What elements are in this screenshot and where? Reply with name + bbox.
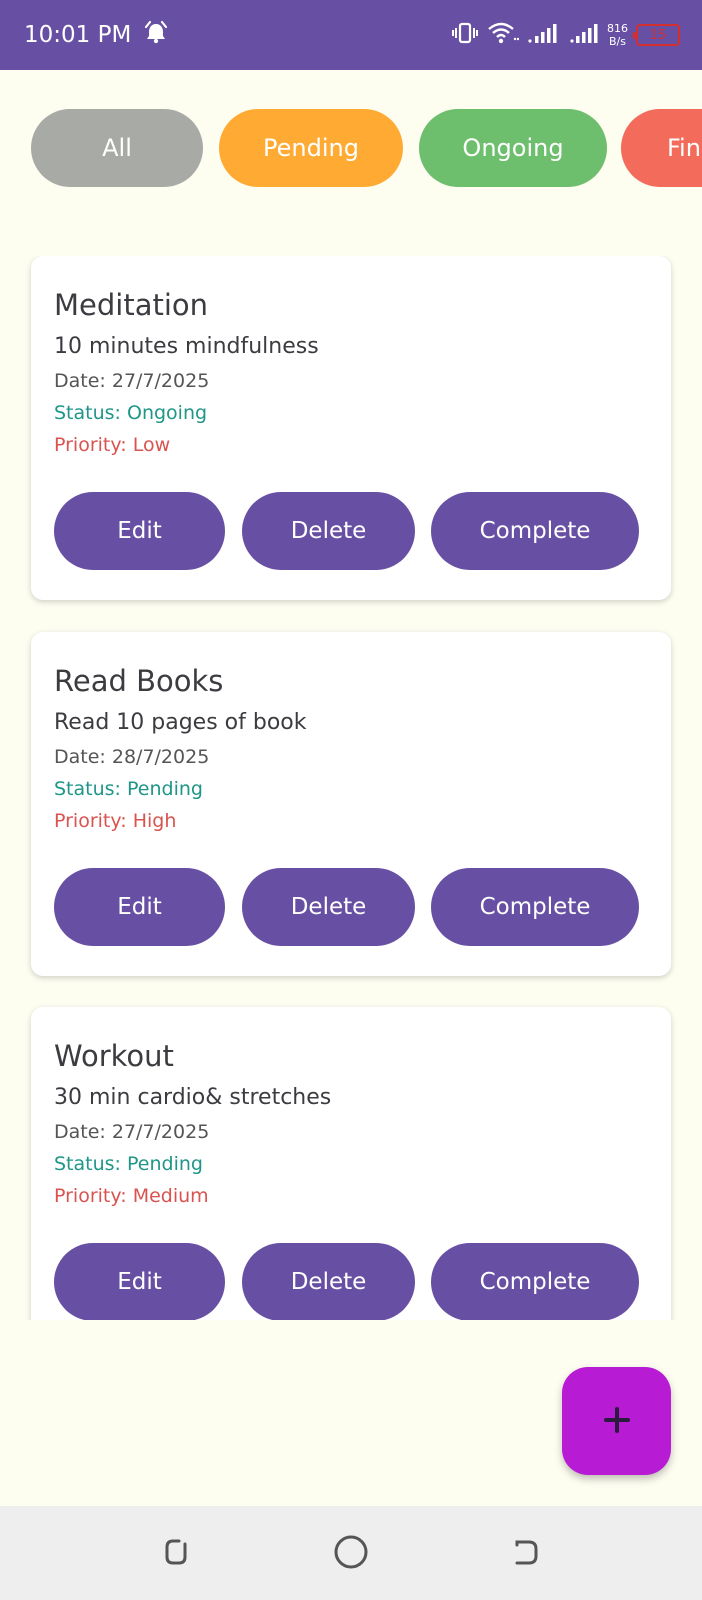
status-value: Pending <box>127 778 203 800</box>
edit-button[interactable]: Edit <box>54 1243 225 1320</box>
priority-label: Priority: <box>54 434 133 456</box>
delete-button[interactable]: Delete <box>242 492 415 570</box>
task-card: Read Books Read 10 pages of book Date: 2… <box>31 632 671 976</box>
task-card: Workout 30 min cardio& stretches Date: 2… <box>31 1007 671 1320</box>
task-date: Date: 28/7/2025 <box>54 746 209 768</box>
task-card: Meditation 10 minutes mindfulness Date: … <box>31 256 671 600</box>
task-status: Status: Pending <box>54 1153 203 1175</box>
delete-button[interactable]: Delete <box>242 1243 415 1320</box>
complete-button[interactable]: Complete <box>431 868 639 946</box>
clock: 10:01 PM <box>24 22 132 48</box>
edit-button[interactable]: Edit <box>54 492 225 570</box>
delete-button[interactable]: Delete <box>242 868 415 946</box>
priority-label: Priority: <box>54 1185 133 1207</box>
status-label: Status: <box>54 402 127 424</box>
task-priority: Priority: Low <box>54 434 170 456</box>
network-speed: 816 B/s <box>607 22 628 48</box>
task-title: Meditation <box>54 288 209 322</box>
date-label: Date: <box>54 746 112 768</box>
status-value: Pending <box>127 1153 203 1175</box>
back-button[interactable] <box>506 1534 546 1574</box>
complete-button[interactable]: Complete <box>431 1243 639 1320</box>
filter-row: All Pending Ongoing Fin <box>31 109 702 187</box>
task-description: 10 minutes mindfulness <box>54 334 319 359</box>
recents-button[interactable] <box>156 1534 196 1574</box>
priority-value: Medium <box>132 1185 209 1207</box>
task-list[interactable]: Meditation 10 minutes mindfulness Date: … <box>0 256 702 1320</box>
home-icon <box>333 1534 369 1574</box>
task-priority: Priority: High <box>54 810 176 832</box>
back-icon <box>509 1535 543 1573</box>
add-task-button[interactable] <box>562 1367 671 1475</box>
task-title: Workout <box>54 1039 174 1073</box>
filter-chip-finished[interactable]: Fin <box>621 109 702 187</box>
battery-icon: 15 <box>633 24 680 46</box>
status-label: Status: <box>54 778 127 800</box>
complete-button[interactable]: Complete <box>431 492 639 570</box>
edit-button[interactable]: Edit <box>54 868 225 946</box>
recents-icon <box>159 1535 193 1573</box>
task-description: 30 min cardio& stretches <box>54 1085 332 1110</box>
status-bar: 10:01 PM 816 B/s 15 <box>0 0 702 70</box>
filter-chip-ongoing[interactable]: Ongoing <box>419 109 607 187</box>
battery-level: 15 <box>649 27 667 43</box>
date-label: Date: <box>54 370 112 392</box>
signal-icon <box>527 21 561 49</box>
vibrate-icon <box>451 21 479 49</box>
status-bar-right: 816 B/s 15 <box>451 21 680 49</box>
status-label: Status: <box>54 1153 127 1175</box>
alarm-icon <box>143 19 169 51</box>
network-speed-value: 816 <box>607 22 628 35</box>
priority-value: High <box>132 810 177 832</box>
wifi-icon <box>487 21 520 49</box>
date-label: Date: <box>54 1121 112 1143</box>
date-value: 28/7/2025 <box>111 746 210 768</box>
status-value: Ongoing <box>127 402 208 424</box>
date-value: 27/7/2025 <box>111 370 210 392</box>
task-title: Read Books <box>54 664 224 698</box>
task-date: Date: 27/7/2025 <box>54 370 209 392</box>
task-status: Status: Pending <box>54 778 203 800</box>
home-button[interactable] <box>331 1534 371 1574</box>
network-speed-unit: B/s <box>609 35 626 48</box>
date-value: 27/7/2025 <box>111 1121 210 1143</box>
task-priority: Priority: Medium <box>54 1185 209 1207</box>
plus-icon <box>602 1405 632 1438</box>
priority-value: Low <box>132 434 171 456</box>
priority-label: Priority: <box>54 810 133 832</box>
navigation-bar <box>0 1506 702 1600</box>
task-description: Read 10 pages of book <box>54 710 307 735</box>
filter-chip-all[interactable]: All <box>31 109 203 187</box>
status-bar-left: 10:01 PM <box>24 19 169 51</box>
signal-icon <box>569 21 599 49</box>
task-status: Status: Ongoing <box>54 402 207 424</box>
filter-chip-pending[interactable]: Pending <box>219 109 403 187</box>
task-date: Date: 27/7/2025 <box>54 1121 209 1143</box>
